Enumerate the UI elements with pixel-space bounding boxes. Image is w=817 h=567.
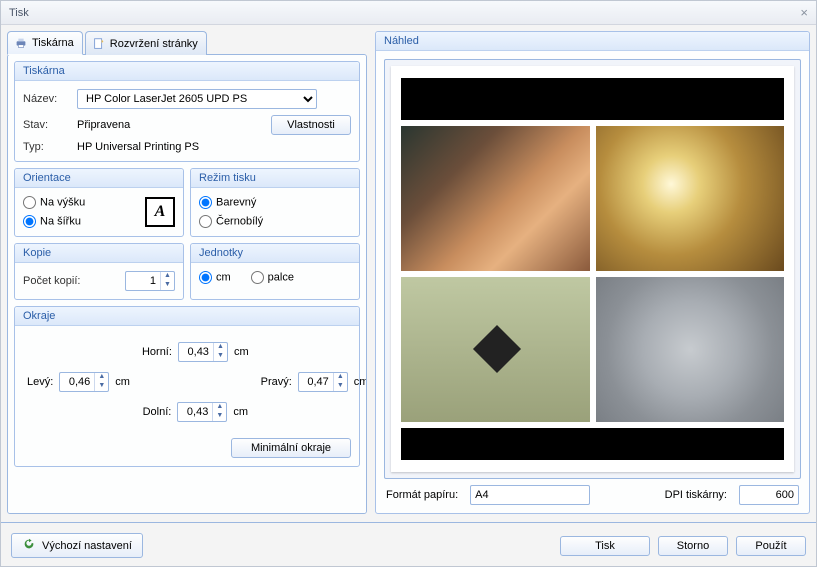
mode-group: Režim tisku Barevný Černobílý: [190, 168, 360, 237]
orientation-preview-icon: A: [145, 197, 175, 227]
print-dialog: Tisk × Tiskárna Rozvrže: [0, 0, 817, 567]
window-title: Tisk: [9, 7, 29, 19]
orientation-landscape[interactable]: Na šířku: [23, 215, 81, 228]
orientation-portrait[interactable]: Na výšku: [23, 196, 85, 209]
tab-printer[interactable]: Tiskárna: [7, 31, 83, 55]
paper-format-input[interactable]: [470, 485, 590, 505]
tab-layout-label: Rozvržení stránky: [110, 38, 198, 50]
layout-icon: [92, 37, 106, 51]
units-inch[interactable]: palce: [251, 271, 294, 284]
printer-status-value: Připravena: [77, 119, 263, 131]
margin-top-label: Horní:: [142, 346, 172, 358]
copies-label: Počet kopií:: [23, 275, 117, 287]
preview-thumb-3: [401, 277, 590, 422]
orientation-group: Orientace Na výšku Na šířku: [14, 168, 184, 237]
printer-group: Tiskárna Název: HP Color LaserJet 2605 U…: [14, 61, 360, 162]
margin-right-label: Pravý:: [261, 376, 292, 388]
copies-title: Kopie: [15, 244, 183, 263]
printer-type-label: Typ:: [23, 141, 69, 153]
printer-icon: [14, 36, 28, 50]
units-cm[interactable]: cm: [199, 271, 231, 284]
copies-input[interactable]: ▲▼: [125, 271, 175, 291]
tab-printer-label: Tiskárna: [32, 37, 74, 49]
preview-thumb-1: [401, 126, 590, 271]
printer-properties-button[interactable]: Vlastnosti: [271, 115, 351, 135]
printer-status-label: Stav:: [23, 119, 69, 131]
min-margins-button[interactable]: Minimální okraje: [231, 438, 351, 458]
preview-thumb-4: [596, 277, 785, 422]
units-title: Jednotky: [191, 244, 359, 263]
margin-left-input[interactable]: ▲▼: [59, 372, 109, 392]
preview-title: Náhled: [376, 32, 809, 51]
margins-group: Okraje Horní: ▲▼ cm: [14, 306, 360, 467]
paper-format-label: Formát papíru:: [386, 489, 458, 501]
preview-area: [384, 59, 801, 479]
preview-blackbar-bottom: [401, 428, 784, 460]
titlebar: Tisk ×: [1, 1, 816, 25]
copies-group: Kopie Počet kopií: ▲▼: [14, 243, 184, 300]
preview-page: [391, 66, 794, 472]
printer-type-value: HP Universal Printing PS: [77, 141, 199, 153]
printer-name-label: Název:: [23, 93, 69, 105]
orientation-title: Orientace: [15, 169, 183, 188]
margin-left-label: Levý:: [27, 376, 53, 388]
mode-color[interactable]: Barevný: [199, 196, 256, 209]
defaults-button[interactable]: Výchozí nastavení: [11, 533, 143, 558]
preview-group: Náhled: [375, 31, 810, 514]
spin-down-icon[interactable]: ▼: [161, 281, 174, 290]
printer-group-title: Tiskárna: [15, 62, 359, 81]
reset-icon: [22, 537, 36, 554]
print-button[interactable]: Tisk: [560, 536, 650, 556]
margin-bottom-label: Dolní:: [143, 406, 172, 418]
tab-layout[interactable]: Rozvržení stránky: [85, 31, 207, 55]
apply-button[interactable]: Použít: [736, 536, 806, 556]
margins-title: Okraje: [15, 307, 359, 326]
margin-right-input[interactable]: ▲▼: [298, 372, 348, 392]
preview-thumb-2: [596, 126, 785, 271]
units-group: Jednotky cm palce: [190, 243, 360, 300]
printer-dpi-label: DPI tiskárny:: [665, 489, 727, 501]
mode-bw[interactable]: Černobílý: [199, 215, 263, 228]
mode-title: Režim tisku: [191, 169, 359, 188]
printer-dpi-input[interactable]: [739, 485, 799, 505]
printer-select[interactable]: HP Color LaserJet 2605 UPD PS: [77, 89, 317, 109]
cancel-button[interactable]: Storno: [658, 536, 728, 556]
spin-up-icon[interactable]: ▲: [161, 272, 174, 281]
margin-top-input[interactable]: ▲▼: [178, 342, 228, 362]
margin-bottom-input[interactable]: ▲▼: [177, 402, 227, 422]
preview-blackbar-top: [401, 78, 784, 120]
close-icon[interactable]: ×: [800, 5, 808, 20]
